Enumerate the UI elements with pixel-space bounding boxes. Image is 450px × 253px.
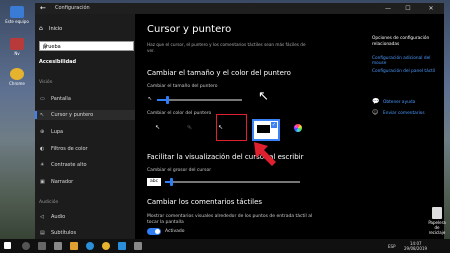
link-touchpad-settings[interactable]: Configuración del panel táctil — [372, 69, 435, 74]
sidebar-item-filtros[interactable]: ◐ Filtros de color — [35, 144, 135, 154]
language-indicator[interactable]: ESP — [388, 244, 395, 249]
maximize-button[interactable]: ☐ — [400, 3, 416, 14]
desktop-icon-label: Papelera de reciclaje — [428, 220, 446, 235]
sidebar-item-subtitulos[interactable]: ▤ Subtítulos — [35, 228, 135, 238]
main-content: Cursor y puntero Haz que el cursor, el p… — [135, 14, 444, 239]
search-taskbar-icon[interactable] — [22, 242, 30, 250]
arrow-shape — [254, 142, 276, 166]
related-settings: Opciones de configuración relacionadas — [372, 36, 442, 47]
computer-icon — [10, 6, 24, 18]
color-option-black[interactable]: ↖ — [187, 124, 192, 131]
clock-date[interactable]: 29/08/2019 — [404, 246, 427, 251]
pointer-size-slider[interactable] — [157, 96, 242, 104]
desktop-icon-label: Este equipo — [5, 19, 29, 24]
sidebar-item-cursor[interactable]: ↖ Cursor y puntero — [35, 110, 135, 120]
magnifier-icon: ⊕ — [40, 129, 45, 135]
checkmark-icon: ✓ — [271, 122, 277, 128]
size-color-heading: Cambiar el tamaño y el color del puntero — [147, 69, 291, 77]
cursor-heading: Facilitar la visualización del cursor al… — [147, 153, 304, 161]
link-feedback[interactable]: Enviar comentarios — [383, 111, 425, 116]
speaker-icon: ◁ — [40, 214, 44, 220]
sidebar-item-narrador[interactable]: ▣ Narrador — [35, 177, 135, 187]
annotation-highlight-box — [216, 114, 247, 141]
large-pointer-icon: ↖ — [258, 89, 269, 104]
sidebar-item-label: Audio — [51, 214, 66, 220]
slider-thumb[interactable] — [165, 96, 169, 104]
pointer-preview — [257, 125, 270, 133]
folder-icon[interactable] — [70, 242, 78, 250]
minimize-button[interactable]: — — [380, 3, 396, 14]
recycle-bin-icon — [432, 207, 442, 219]
cursor-icon: ↖ — [40, 112, 45, 118]
color-filter-icon: ◐ — [40, 146, 45, 152]
color-option-white[interactable]: ↖ — [155, 124, 160, 131]
sidebar-item-label: Subtítulos — [51, 230, 77, 236]
group-label-vision: Visión — [39, 80, 53, 85]
touch-feedback-toggle[interactable] — [147, 228, 161, 235]
toggle-state-label: Activado — [165, 229, 185, 234]
captions-icon: ▤ — [40, 230, 45, 236]
sidebar-item-label: Cursor y puntero — [51, 112, 94, 118]
touch-description: Mostrar comentarios visuales alrededor d… — [147, 214, 313, 225]
edge-icon[interactable] — [86, 242, 94, 250]
sidebar-item-label: Lupa — [51, 129, 64, 135]
task-view-icon[interactable] — [38, 242, 46, 250]
window-title: Configuración — [55, 5, 90, 11]
cursor-width-label: Cambiar el grosor del cursor — [147, 168, 212, 173]
app-icon — [10, 38, 24, 50]
title-bar: ← Configuración — ☐ ✕ — [35, 3, 444, 14]
contrast-icon: ☀ — [40, 162, 45, 168]
help-icon: 💬 — [372, 98, 380, 105]
close-button[interactable]: ✕ — [423, 3, 439, 14]
desktop-icon-app[interactable]: Nv — [5, 38, 29, 56]
search-icon[interactable]: ⚲ — [43, 43, 130, 50]
annotation-arrow — [254, 142, 276, 166]
home-icon: ⌂ — [39, 25, 43, 32]
sidebar-item-label: Narrador — [51, 179, 74, 185]
related-heading: Opciones de configuración relacionadas — [372, 36, 430, 47]
sidebar-item-lupa[interactable]: ⊕ Lupa — [35, 127, 135, 137]
desktop-icon-label: Nv — [14, 51, 20, 56]
settings-gear-icon[interactable] — [134, 242, 142, 250]
page-title: Cursor y puntero — [147, 24, 232, 35]
chrome-icon — [10, 68, 24, 80]
touch-heading: Cambiar los comentarios táctiles — [147, 198, 263, 206]
link-mouse-settings[interactable]: Configuración adicional del mouse — [372, 56, 444, 66]
page-intro: Haz que el cursor, el puntero y los come… — [147, 42, 306, 53]
back-arrow-icon[interactable]: ← — [40, 4, 46, 12]
cursor-preview: abc — [147, 178, 161, 186]
feedback-icon: ☺ — [372, 109, 379, 116]
search-input[interactable]: prueba ⚲ — [39, 41, 134, 51]
sidebar-item-label: Contraste alto — [51, 162, 87, 168]
section-title: Accesibilidad — [39, 59, 77, 65]
color-picker-icon[interactable] — [294, 124, 302, 132]
sidebar-item-audio[interactable]: ◁ Audio — [35, 212, 135, 222]
sidebar-item-contraste[interactable]: ☀ Contraste alto — [35, 160, 135, 170]
sidebar-item-pantalla[interactable]: ▭ Pantalla — [35, 94, 135, 104]
sidebar-item-label: Pantalla — [51, 96, 71, 102]
store-icon[interactable] — [118, 242, 126, 250]
sidebar-item-home[interactable]: Inicio — [49, 26, 62, 32]
taskbar: ESP 14:07 29/08/2019 — [0, 239, 450, 253]
display-icon: ▭ — [40, 96, 45, 102]
narrator-icon: ▣ — [40, 179, 45, 185]
pointer-color-label: Cambiar el color del puntero — [147, 111, 212, 116]
pointer-size-label: Cambiar el tamaño del puntero — [147, 84, 218, 89]
desktop-icon-label: Chrome — [9, 81, 25, 86]
file-explorer-icon[interactable] — [54, 242, 62, 250]
desktop-icon-computer[interactable]: Este equipo — [5, 6, 29, 24]
chrome-taskbar-icon[interactable] — [102, 242, 110, 250]
desktop-icon-recycle-bin[interactable]: Papelera de reciclaje — [427, 207, 447, 235]
link-get-help[interactable]: Obtener ayuda — [383, 100, 415, 105]
sidebar: ⌂ Inicio prueba ⚲ Accesibilidad Visión ▭… — [35, 14, 135, 239]
slider-thumb[interactable] — [170, 178, 174, 186]
cursor-width-slider[interactable] — [165, 178, 300, 186]
small-pointer-icon: ↖ — [148, 96, 153, 102]
desktop-icon-chrome[interactable]: Chrome — [5, 68, 29, 86]
group-label-audio: Audición — [39, 200, 59, 205]
sidebar-item-label: Filtros de color — [51, 146, 88, 152]
windows-start-icon[interactable] — [4, 242, 11, 249]
